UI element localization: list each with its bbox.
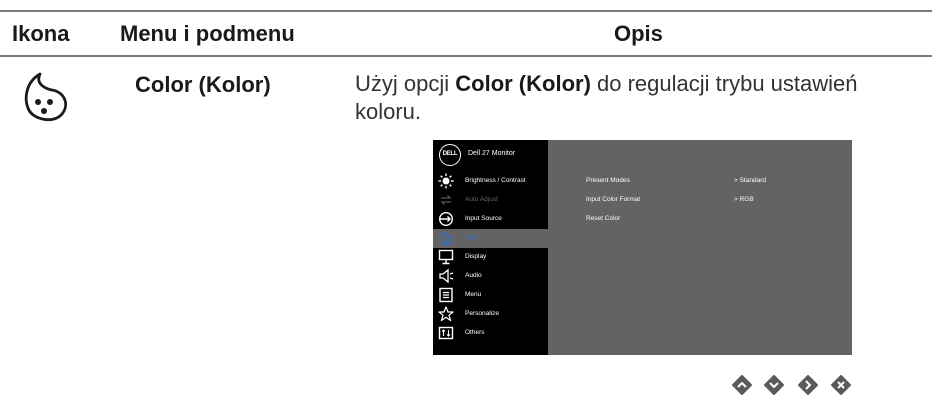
osd-item-brightness-contrast[interactable]: Brightness / Contrast	[433, 172, 548, 191]
osd-item-menu[interactable]: Menu	[433, 286, 548, 305]
osd-item-label: Color	[465, 234, 481, 241]
color-icon	[440, 230, 453, 246]
osd-item-label: Auto Adjust	[465, 196, 498, 203]
table-top-rule	[0, 10, 932, 12]
close-button-icon	[831, 375, 851, 395]
color-palette-icon	[24, 72, 67, 122]
osd-item-display[interactable]: Display	[433, 248, 548, 267]
auto-adjust-icon	[440, 195, 452, 205]
input-source-icon	[438, 211, 454, 227]
osd-sub-input-color-format[interactable]: Input Color Format	[586, 196, 640, 203]
header-description: Opis	[614, 21, 663, 46]
header-menu: Menu i podmenu	[120, 21, 295, 46]
right-button-icon	[798, 375, 818, 395]
osd-item-label: Input Source	[465, 215, 502, 222]
osd-model-title: Dell 27 Monitor	[468, 150, 516, 157]
up-button-icon	[732, 375, 752, 395]
osd-menu-screenshot: DELL Dell 27 Monitor Brightness / Contra…	[433, 140, 852, 355]
osd-item-label: Personalize	[465, 310, 499, 317]
osd-item-input-source[interactable]: Input Source	[433, 210, 548, 229]
submenu-label: Color (Kolor)	[135, 72, 271, 97]
osd-item-label: Menu	[465, 291, 482, 298]
osd-item-auto-adjust[interactable]: Auto Adjust	[433, 191, 548, 210]
dell-logo: DELL	[439, 144, 461, 166]
osd-sub-present-modes[interactable]: Present Modes	[586, 177, 630, 184]
osd-item-label: Display	[465, 253, 487, 260]
audio-icon	[439, 268, 454, 284]
osd-sub-present-modes-value: > Standard	[734, 177, 766, 184]
osd-sub-reset-color[interactable]: Reset Color	[586, 215, 620, 222]
osd-item-audio[interactable]: Audio	[433, 267, 548, 286]
brightness-icon	[438, 173, 454, 189]
osd-item-others[interactable]: Others	[433, 324, 548, 343]
star-icon	[438, 306, 454, 322]
osd-item-personalize[interactable]: Personalize	[433, 305, 548, 324]
osd-item-label: Audio	[465, 272, 482, 279]
osd-item-color[interactable]: Color	[433, 229, 548, 248]
osd-sub-input-color-format-value: > RGB	[734, 196, 754, 203]
menu-icon	[439, 287, 453, 303]
down-button-icon	[764, 375, 784, 395]
header-icon: Ikona	[12, 21, 70, 46]
osd-header: DELL Dell 27 Monitor	[433, 140, 548, 168]
display-icon	[438, 249, 454, 265]
osd-item-label: Brightness / Contrast	[465, 177, 526, 184]
others-icon	[438, 326, 454, 340]
osd-content-panel	[548, 140, 852, 355]
osd-item-label: Others	[465, 329, 485, 336]
table-header-rule	[0, 55, 932, 57]
description-text: Użyj opcji Color (Kolor) do regulacji tr…	[355, 71, 858, 124]
